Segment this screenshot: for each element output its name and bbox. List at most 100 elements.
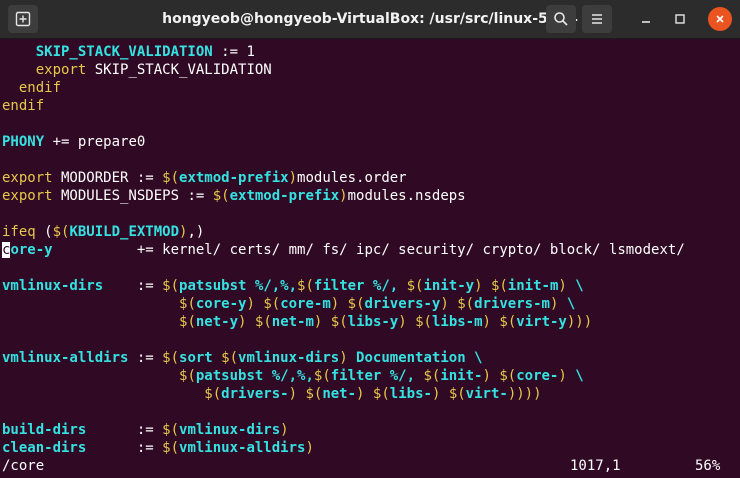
code-token: net-	[322, 386, 357, 402]
code-token: += kernel/ certs/ mm/ fs/ ipc/ security/…	[52, 242, 685, 258]
code-token: )	[474, 278, 483, 294]
terminal-line: export SKIP_STACK_VALIDATION	[2, 61, 272, 79]
code-token: vmlinux-dirs	[2, 278, 104, 294]
code-token: drivers-y	[364, 296, 441, 312]
menu-icon	[592, 14, 602, 24]
code-token: KBUILD_EXTMOD	[69, 224, 180, 240]
terminal-line: export MODULES_NSDEPS := $(extmod-prefix…	[2, 187, 466, 205]
code-token: ifeq	[2, 224, 36, 240]
code-token: extmod-prefix	[179, 170, 289, 186]
code-token: drivers-	[221, 386, 289, 402]
code-token: \	[566, 278, 584, 294]
code-token: )	[398, 314, 407, 330]
code-token: virt-	[465, 386, 508, 402]
code-token: virt-y	[516, 314, 567, 330]
terminal-line: PHONY += prepare0	[2, 133, 145, 151]
code-token: vmlinux-alldirs	[179, 440, 306, 456]
code-token: $(	[490, 278, 508, 294]
code-token: $(	[212, 188, 230, 204]
code-token: SKIP_STACK_VALIDATION	[35, 44, 213, 60]
code-token: vmlinux-dirs	[238, 350, 340, 366]
code-token: net-m	[271, 314, 314, 330]
code-token: $(	[297, 278, 314, 294]
code-token: $(	[457, 296, 475, 312]
code-token: core-y	[195, 296, 247, 312]
code-token: )	[440, 296, 449, 312]
code-token: := 1	[212, 44, 255, 60]
code-token: export	[35, 62, 87, 78]
code-token: )	[246, 296, 255, 312]
maximize-button[interactable]	[668, 7, 692, 31]
code-token: $(	[221, 350, 239, 366]
code-token: init-	[440, 368, 483, 384]
code-token: export	[2, 188, 53, 204]
code-token: $(	[254, 314, 272, 330]
close-button[interactable]	[708, 7, 732, 31]
code-token: $(	[162, 440, 180, 456]
code-token: )	[330, 296, 340, 312]
code-token: )	[280, 422, 289, 438]
code-token: export	[2, 170, 53, 186]
terminal-line: endif	[2, 97, 44, 115]
terminal-area[interactable]: SKIP_STACK_VALIDATION := 1 export SKIP_S…	[0, 39, 740, 478]
terminal-line: ifeq ($(KBUILD_EXTMOD),)	[2, 223, 204, 241]
code-token: (	[35, 224, 53, 240]
code-token: ,)	[187, 224, 205, 240]
code-token: libs-m	[431, 314, 483, 330]
code-token: )))	[566, 314, 593, 330]
code-token: patsubst %/,%,	[195, 368, 314, 384]
code-token: $(	[204, 386, 222, 402]
code-token: $(	[305, 386, 323, 402]
search-button[interactable]	[546, 5, 576, 33]
code-token: $(	[406, 278, 424, 294]
code-token: $(	[423, 368, 441, 384]
terminal-line: vmlinux-alldirs := $(sort $(vmlinux-dirs…	[2, 349, 482, 367]
terminal-line: endif	[2, 79, 61, 97]
code-token: core-m	[280, 296, 331, 312]
code-token: \	[558, 296, 576, 312]
code-token: )	[482, 368, 491, 384]
code-token: $(	[162, 170, 180, 186]
terminal-line: SKIP_STACK_VALIDATION := 1	[2, 43, 255, 61]
code-token: extmod-prefix	[229, 188, 340, 204]
code-token: SKIP_STACK_VALIDATION	[86, 62, 272, 78]
code-token: $(	[372, 386, 390, 402]
terminal-line: clean-dirs := $(vmlinux-alldirs)	[2, 439, 314, 457]
code-token: $(	[162, 278, 180, 294]
code-token: vmlinux-alldirs	[2, 350, 129, 366]
code-token: PHONY	[2, 134, 45, 150]
cursor-position: 1017,1	[570, 458, 621, 474]
code-token: $(	[499, 314, 517, 330]
code-token: libs-y	[347, 314, 399, 330]
code-token: modules.order	[297, 170, 407, 186]
code-token: )	[558, 368, 567, 384]
code-token: endif	[2, 98, 45, 114]
scroll-percent: 56%	[695, 458, 721, 474]
code-token: MODULES_NSDEPS :=	[52, 188, 213, 204]
code-token: :=	[128, 350, 163, 366]
terminal-line: $(drivers-) $(net-) $(libs-) $(virt-))))	[2, 385, 541, 403]
minimize-button[interactable]	[634, 7, 658, 31]
code-token: MODORDER :=	[52, 170, 163, 186]
code-token: )	[339, 350, 348, 366]
code-token: endif	[18, 80, 62, 96]
code-token: $(	[313, 368, 331, 384]
code-token: )	[288, 386, 298, 402]
code-token: drivers-m	[474, 296, 550, 312]
title-bar: hongyeob@hongyeob-VirtualBox: /usr/src/l…	[0, 0, 740, 39]
menu-button[interactable]	[582, 5, 612, 33]
code-token: )	[339, 188, 348, 204]
maximize-icon	[675, 14, 685, 24]
code-token: $(	[448, 386, 466, 402]
